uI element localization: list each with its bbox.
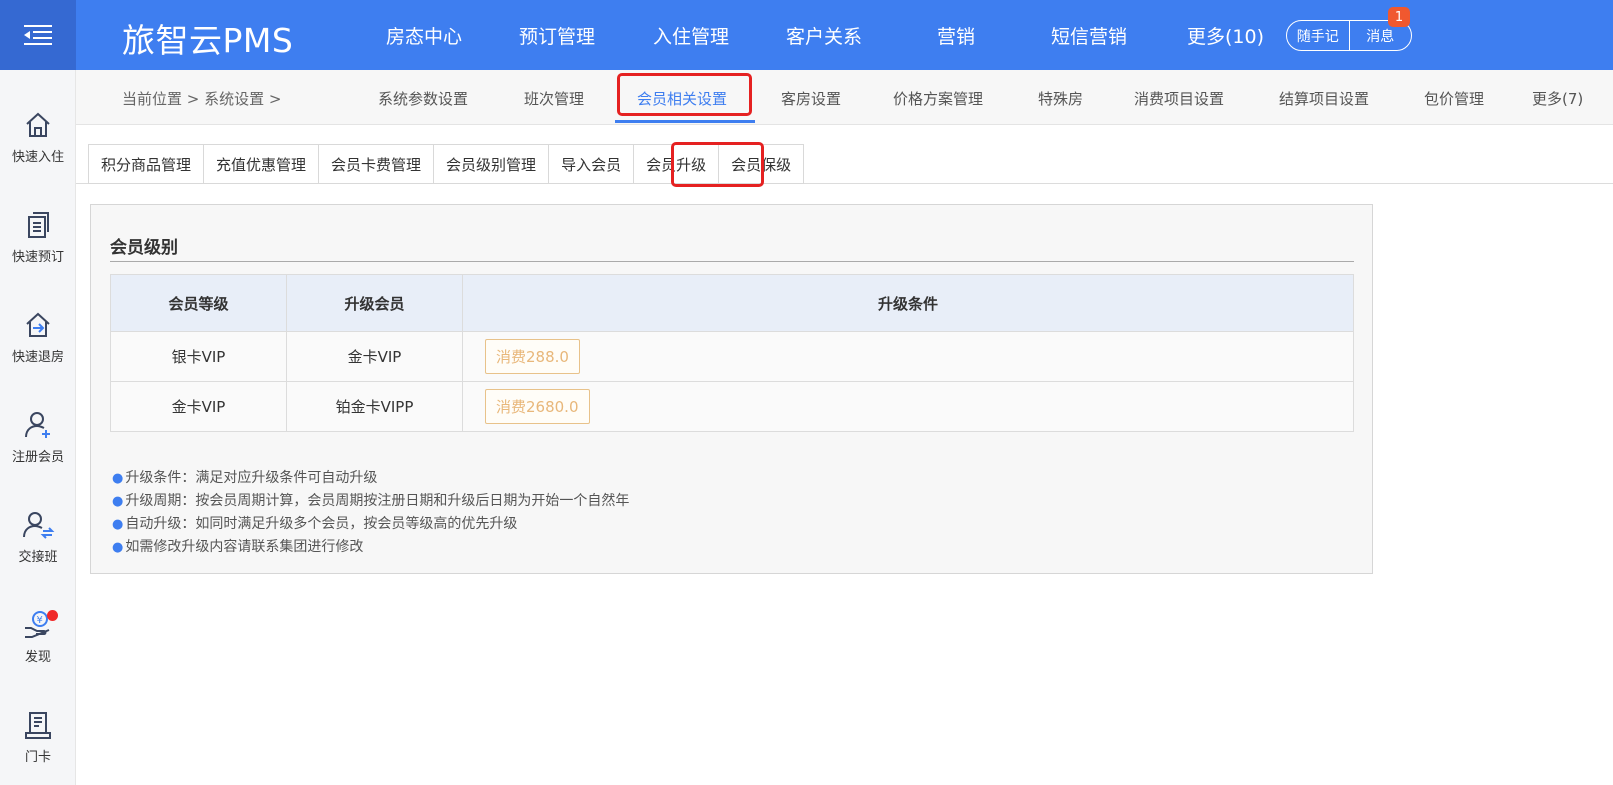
nav-room-status[interactable]: 房态中心 <box>386 22 462 49</box>
nav-more[interactable]: 更多(10) <box>1187 22 1264 49</box>
highlight-box-member-upgrade <box>671 142 764 187</box>
panel-title: 会员级别 <box>110 238 178 258</box>
breadcrumb: 当前位置 > 系统设置 > <box>122 90 282 108</box>
notes-button[interactable]: 随手记 <box>1287 21 1349 50</box>
cell-level: 银卡VIP <box>110 331 287 382</box>
bullet-icon: ● <box>112 471 124 486</box>
note-item: ● 升级周期：按会员周期计算，会员周期按注册日期和升级后日期为开始一个自然年 <box>112 493 630 509</box>
subnav-consumption-items[interactable]: 消费项目设置 <box>1134 88 1224 109</box>
tab-member-levels[interactable]: 会员级别管理 <box>433 144 549 184</box>
bullet-icon: ● <box>112 494 124 509</box>
cell-upgrade-to: 金卡VIP <box>286 331 463 382</box>
subnav-system-params[interactable]: 系统参数设置 <box>378 88 468 109</box>
column-header-condition: 升级条件 <box>462 274 1354 332</box>
message-count-badge: 1 <box>1388 7 1410 27</box>
nav-checkin[interactable]: 入住管理 <box>653 22 729 49</box>
note-item: ● 自动升级：如同时满足升级多个会员，按会员等级高的优先升级 <box>112 516 518 532</box>
sidebar-item-quick-checkin[interactable]: 快速入住 <box>0 110 76 165</box>
sidebar: 快速入住 快速预订 快速退房 注册会员 交接班 ¥ 发现 门卡 <box>0 70 76 785</box>
cell-condition: 消费288.0 <box>462 331 1354 382</box>
nav-reservation[interactable]: 预订管理 <box>519 22 595 49</box>
brand-logo: 旅智云PMS <box>122 21 294 60</box>
sidebar-item-door-card[interactable]: 门卡 <box>0 710 76 765</box>
document-list-icon <box>28 212 49 238</box>
sidebar-item-quick-checkout[interactable]: 快速退房 <box>0 310 76 365</box>
upgrade-rules-table: 会员等级 升级会员 升级条件 银卡VIP 金卡VIP 消费288.0 金卡VIP… <box>110 274 1354 432</box>
column-header-level: 会员等级 <box>110 274 287 332</box>
subnav-special-rooms[interactable]: 特殊房 <box>1038 88 1083 109</box>
top-bar: 旅智云PMS 房态中心 预订管理 入住管理 客户关系 营销 短信营销 更多(10… <box>0 0 1613 70</box>
settings-subnav: 当前位置 > 系统设置 > 系统参数设置 班次管理 会员相关设置 客房设置 价格… <box>76 70 1613 125</box>
nav-customer[interactable]: 客户关系 <box>786 22 862 49</box>
nav-marketing[interactable]: 营销 <box>937 22 975 49</box>
table-row: 银卡VIP 金卡VIP 消费288.0 <box>110 331 1354 382</box>
nav-sms-marketing[interactable]: 短信营销 <box>1051 22 1127 49</box>
member-upgrade-panel: 会员级别 会员等级 升级会员 升级条件 银卡VIP 金卡VIP 消费288.0 … <box>90 204 1373 574</box>
cell-level: 金卡VIP <box>110 381 287 432</box>
active-subnav-underline <box>615 120 755 123</box>
tab-recharge-offers[interactable]: 充值优惠管理 <box>203 144 319 184</box>
subnav-price-plans[interactable]: 价格方案管理 <box>893 88 983 109</box>
svg-text:¥: ¥ <box>37 615 43 626</box>
tab-card-fees[interactable]: 会员卡费管理 <box>318 144 434 184</box>
tab-import-members[interactable]: 导入会员 <box>548 144 634 184</box>
card-reader-icon <box>25 712 51 739</box>
subnav-shift-management[interactable]: 班次管理 <box>524 88 584 109</box>
note-item: ● 升级条件：满足对应升级条件可自动升级 <box>112 470 378 486</box>
note-item: ● 如需修改升级内容请联系集团进行修改 <box>112 539 364 555</box>
bullet-icon: ● <box>112 540 124 555</box>
sidebar-item-quick-booking[interactable]: 快速预订 <box>0 210 76 265</box>
condition-tag: 消费2680.0 <box>485 389 590 424</box>
add-user-icon <box>25 412 50 438</box>
subnav-room-settings[interactable]: 客房设置 <box>781 88 841 109</box>
table-row: 金卡VIP 铂金卡VIPP 消费2680.0 <box>110 381 1354 432</box>
condition-tag: 消费288.0 <box>485 339 580 374</box>
subnav-settlement-items[interactable]: 结算项目设置 <box>1279 88 1369 109</box>
home-icon <box>26 112 50 137</box>
upgrade-notes: ● 升级条件：满足对应升级条件可自动升级 ● 升级周期：按会员周期计算，会员周期按注… <box>112 467 629 559</box>
sidebar-item-shift-handover[interactable]: 交接班 <box>0 510 76 565</box>
column-header-upgrade-to: 升级会员 <box>286 274 463 332</box>
menu-collapse-icon <box>24 25 52 45</box>
subnav-package-price[interactable]: 包价管理 <box>1424 88 1484 109</box>
notification-dot <box>47 610 58 621</box>
bullet-icon: ● <box>112 517 124 532</box>
subnav-more[interactable]: 更多(7) <box>1532 88 1583 109</box>
table-header-row: 会员等级 升级会员 升级条件 <box>110 274 1354 332</box>
cell-upgrade-to: 铂金卡VIPP <box>286 381 463 432</box>
menu-toggle-button[interactable] <box>0 0 76 70</box>
checkout-home-icon <box>26 312 50 337</box>
panel-title-divider <box>110 261 1354 262</box>
sidebar-item-discover[interactable]: ¥ 发现 <box>0 610 76 665</box>
user-swap-icon <box>23 512 55 539</box>
cell-condition: 消费2680.0 <box>462 381 1354 432</box>
highlight-box-member-settings <box>617 73 752 116</box>
sidebar-item-register-member[interactable]: 注册会员 <box>0 410 76 465</box>
tab-points-goods[interactable]: 积分商品管理 <box>88 144 204 184</box>
